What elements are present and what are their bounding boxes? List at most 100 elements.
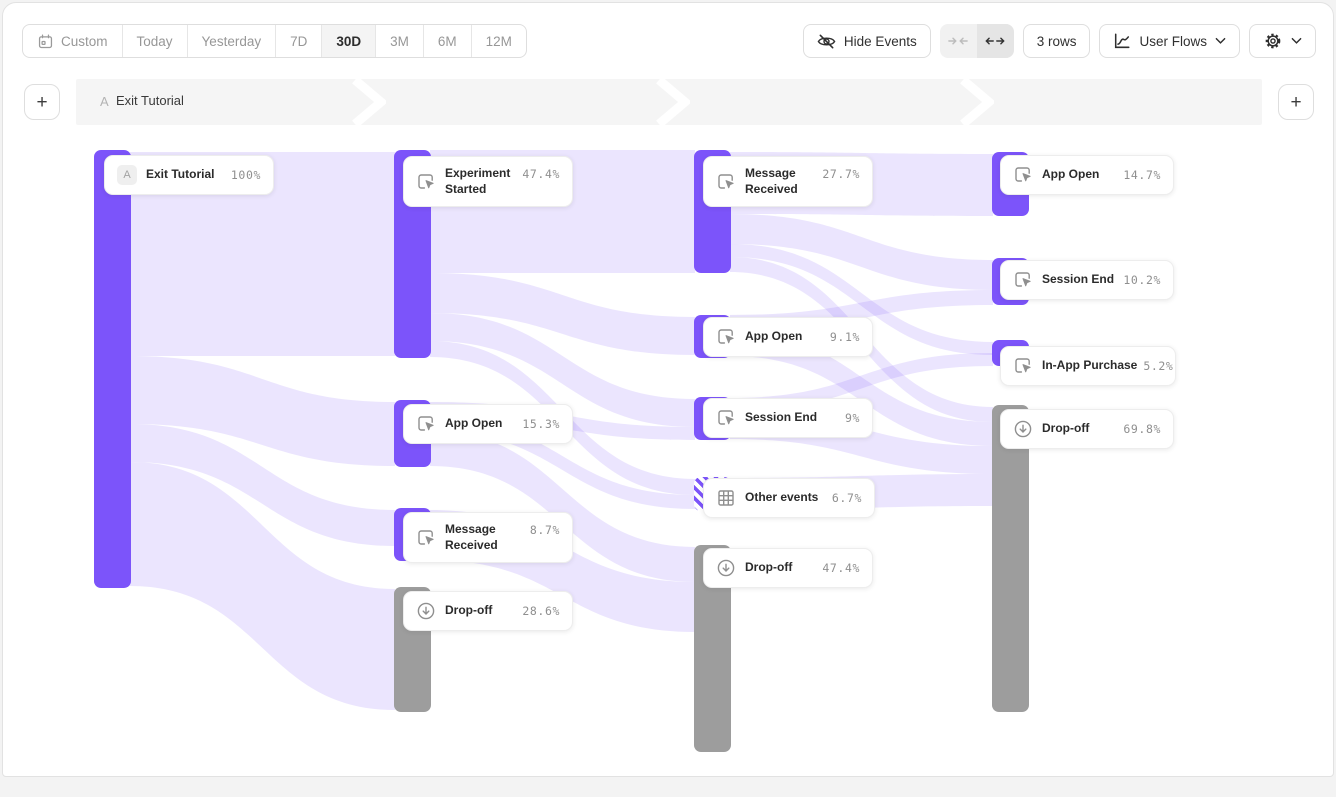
hide-events-button[interactable]: Hide Events: [803, 24, 931, 58]
flow-node-app-open[interactable]: App Open 14.7%: [1000, 155, 1174, 195]
flow-column-header-band: A Exit Tutorial: [76, 79, 1262, 125]
flow-node-percentage: 100%: [231, 167, 261, 182]
flow-node-label: Other events: [745, 490, 818, 506]
event-icon: [716, 408, 736, 428]
date-range-label: 7D: [290, 34, 307, 49]
date-range-custom[interactable]: Custom: [23, 25, 123, 57]
flow-node-percentage: 27.7%: [822, 166, 860, 181]
flow-title[interactable]: Exit Tutorial: [116, 93, 184, 108]
flow-node-label: App Open: [445, 416, 502, 432]
flow-node-drop-off[interactable]: Drop-off 28.6%: [403, 591, 573, 631]
flow-node-percentage: 9%: [845, 410, 860, 425]
event-icon: [1013, 165, 1033, 185]
flow-node-label: Message Received: [745, 166, 816, 197]
add-step-left-button[interactable]: +: [24, 84, 60, 120]
chevron-down-icon: [1291, 37, 1302, 45]
flow-node-percentage: 10.2%: [1123, 272, 1161, 287]
flow-node-in-app-purchase[interactable]: In-App Purchase 5.2%: [1000, 346, 1176, 386]
event-icon: [416, 414, 436, 434]
date-range-label: 12M: [486, 34, 512, 49]
view-selector-button[interactable]: User Flows: [1099, 24, 1240, 58]
flow-node-percentage: 28.6%: [522, 603, 560, 618]
view-label: User Flows: [1139, 34, 1207, 49]
drop-off-icon: [1013, 419, 1033, 439]
date-range-6m[interactable]: 6M: [424, 25, 472, 57]
flow-node-percentage: 15.3%: [522, 416, 560, 431]
date-range-selector: Custom Today Yesterday 7D 30D 3M 6M 12M: [22, 24, 527, 58]
date-range-label: Custom: [61, 34, 108, 49]
column-separator-chevron: [352, 79, 386, 125]
flow-badge: A: [100, 94, 109, 109]
date-range-12m[interactable]: 12M: [472, 25, 526, 57]
hide-events-label: Hide Events: [844, 34, 917, 49]
settings-button[interactable]: [1249, 24, 1316, 58]
expand-columns-button[interactable]: [977, 24, 1014, 58]
flow-node-message-received[interactable]: Message Received 8.7%: [403, 512, 573, 563]
flow-node-session-end[interactable]: Session End 9%: [703, 398, 873, 438]
gear-icon: [1263, 31, 1283, 51]
drop-off-icon: [416, 601, 436, 621]
flow-node-experiment-started[interactable]: Experiment Started 47.4%: [403, 156, 573, 207]
flow-node-label: App Open: [1042, 167, 1099, 183]
event-icon: [1013, 270, 1033, 290]
date-range-7d[interactable]: 7D: [276, 25, 322, 57]
flow-node-label: In-App Purchase: [1042, 358, 1137, 374]
event-icon: [716, 172, 736, 192]
flow-node-label: Exit Tutorial: [146, 167, 214, 183]
flow-chart-icon: [1113, 32, 1131, 50]
flow-node-percentage: 47.4%: [822, 560, 860, 575]
flow-node-label: Drop-off: [1042, 421, 1089, 437]
other-events-icon: [716, 488, 736, 508]
column-separator-chevron: [656, 79, 690, 125]
date-range-label: 6M: [438, 34, 457, 49]
flow-bar-exit-tutorial: [94, 150, 131, 588]
flow-node-drop-off[interactable]: Drop-off 47.4%: [703, 548, 873, 588]
flow-node-other-events[interactable]: Other events 6.7%: [703, 478, 875, 518]
flow-node-label: Experiment Started: [445, 166, 516, 197]
event-badge: A: [117, 165, 137, 185]
flow-node-exit-tutorial[interactable]: A Exit Tutorial 100%: [104, 155, 274, 195]
date-range-label: Today: [137, 34, 173, 49]
event-icon: [716, 327, 736, 347]
add-step-right-button[interactable]: +: [1278, 84, 1314, 120]
flow-node-percentage: 9.1%: [830, 329, 860, 344]
flow-node-label: Session End: [745, 410, 817, 426]
flow-node-percentage: 69.8%: [1123, 421, 1161, 436]
event-icon: [1013, 356, 1033, 376]
date-range-yesterday[interactable]: Yesterday: [188, 25, 277, 57]
flow-node-label: Drop-off: [745, 560, 792, 576]
flow-node-percentage: 5.2%: [1143, 358, 1173, 373]
flow-node-session-end[interactable]: Session End 10.2%: [1000, 260, 1174, 300]
flow-node-label: Drop-off: [445, 603, 492, 619]
flow-node-label: Message Received: [445, 522, 524, 553]
flow-node-percentage: 47.4%: [522, 166, 560, 181]
flow-node-percentage: 14.7%: [1123, 167, 1161, 182]
date-range-30d[interactable]: 30D: [322, 25, 376, 57]
toolbar: Custom Today Yesterday 7D 30D 3M 6M 12M Hide Ev…: [22, 24, 1316, 58]
flow-node-app-open[interactable]: App Open 9.1%: [703, 317, 873, 357]
flow-node-message-received[interactable]: Message Received 27.7%: [703, 156, 873, 207]
flow-bar-drop-off: [992, 405, 1029, 712]
flow-node-label: App Open: [745, 329, 802, 345]
date-range-today[interactable]: Today: [123, 25, 188, 57]
date-range-label: Yesterday: [202, 34, 262, 49]
chevron-down-icon: [1215, 37, 1226, 45]
calendar-icon: [37, 33, 54, 50]
event-icon: [416, 528, 436, 548]
collapse-columns-button[interactable]: [940, 24, 977, 58]
drop-off-icon: [716, 558, 736, 578]
flow-node-percentage: 8.7%: [530, 522, 560, 537]
rows-button[interactable]: 3 rows: [1023, 24, 1091, 58]
flow-node-label: Session End: [1042, 272, 1114, 288]
column-width-toggle: [940, 24, 1014, 58]
toolbar-right: Hide Events 3 rows: [803, 24, 1316, 58]
flow-node-percentage: 6.7%: [832, 490, 862, 505]
date-range-label: 3M: [390, 34, 409, 49]
flow-node-app-open[interactable]: App Open 15.3%: [403, 404, 573, 444]
date-range-3m[interactable]: 3M: [376, 25, 424, 57]
event-icon: [416, 172, 436, 192]
rows-label: 3 rows: [1037, 34, 1077, 49]
eye-off-icon: [817, 32, 836, 51]
flow-node-drop-off[interactable]: Drop-off 69.8%: [1000, 409, 1174, 449]
date-range-label: 30D: [336, 34, 361, 49]
